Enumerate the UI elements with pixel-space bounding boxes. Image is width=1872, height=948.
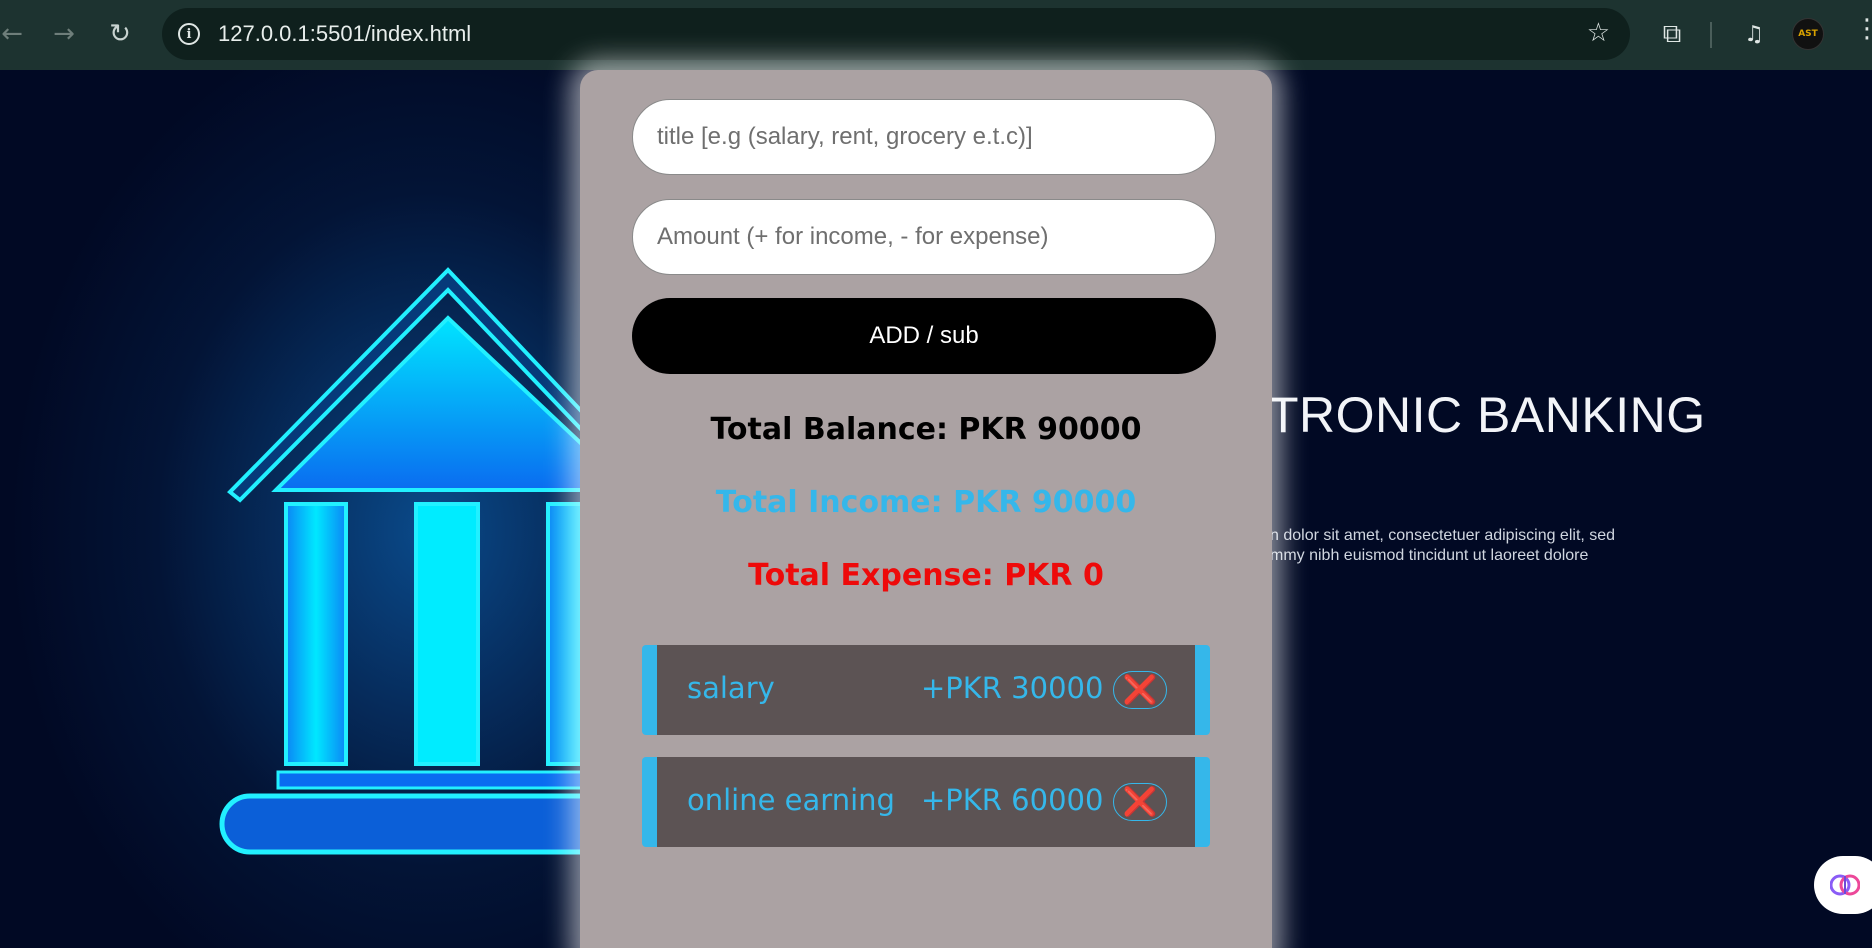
bank-building-icon (219, 267, 620, 855)
transaction-title: salary (687, 671, 775, 705)
back-arrow-icon[interactable]: ← (0, 12, 34, 56)
banner-subtext-line-1: n dolor sit amet, consectetuer adipiscin… (1270, 527, 1616, 544)
address-bar[interactable]: i 127.0.0.1:5501/index.html ☆ (162, 8, 1630, 60)
brain-icon (1830, 874, 1860, 896)
media-controls-icon[interactable]: ♫ (1734, 14, 1774, 54)
profile-avatar[interactable]: AST (1792, 18, 1824, 50)
assistant-brain-icon[interactable] (1814, 856, 1872, 914)
close-icon: ❌ (1122, 785, 1158, 818)
total-expense: Total Expense: PKR 0 (748, 558, 1104, 593)
more-menu-icon[interactable]: ⋮ (1854, 14, 1872, 44)
total-balance: Total Balance: PKR 90000 (710, 412, 1142, 447)
close-icon: ❌ (1122, 673, 1158, 706)
reload-icon[interactable]: ↻ (98, 12, 142, 56)
bookmark-star-icon[interactable]: ☆ (1587, 18, 1610, 48)
transaction-item: online earning +PKR 60000 ❌ (642, 757, 1210, 847)
banner-subtext-line-2: mmy nibh euismod tincidunt ut laoreet do… (1270, 547, 1589, 564)
url-text[interactable]: 127.0.0.1:5501/index.html (218, 21, 471, 47)
total-income: Total Income: PKR 90000 (715, 485, 1137, 520)
extensions-icon[interactable]: ⧉ (1652, 14, 1692, 54)
banner-heading: TRONIC BANKING (1268, 387, 1706, 443)
delete-transaction-button[interactable]: ❌ (1113, 783, 1167, 821)
transaction-title: online earning (687, 783, 895, 817)
title-input[interactable] (632, 99, 1216, 175)
toolbar-divider (1710, 22, 1712, 48)
banner-subtext: n dolor sit amet, consectetuer adipiscin… (1270, 526, 1696, 566)
add-sub-button[interactable]: ADD / sub (632, 298, 1216, 374)
transaction-amount: +PKR 30000 (921, 671, 1104, 705)
transaction-item: salary +PKR 30000 ❌ (642, 645, 1210, 735)
expense-tracker-card: ADD / sub Total Balance: PKR 90000 Total… (580, 70, 1272, 948)
forward-arrow-icon[interactable]: → (42, 12, 86, 56)
amount-input[interactable] (632, 199, 1216, 275)
site-info-icon[interactable]: i (178, 23, 200, 45)
delete-transaction-button[interactable]: ❌ (1113, 671, 1167, 709)
transaction-amount: +PKR 60000 (921, 783, 1104, 817)
browser-toolbar: ← → ↻ i 127.0.0.1:5501/index.html ☆ ⧉ ♫ … (0, 0, 1872, 70)
